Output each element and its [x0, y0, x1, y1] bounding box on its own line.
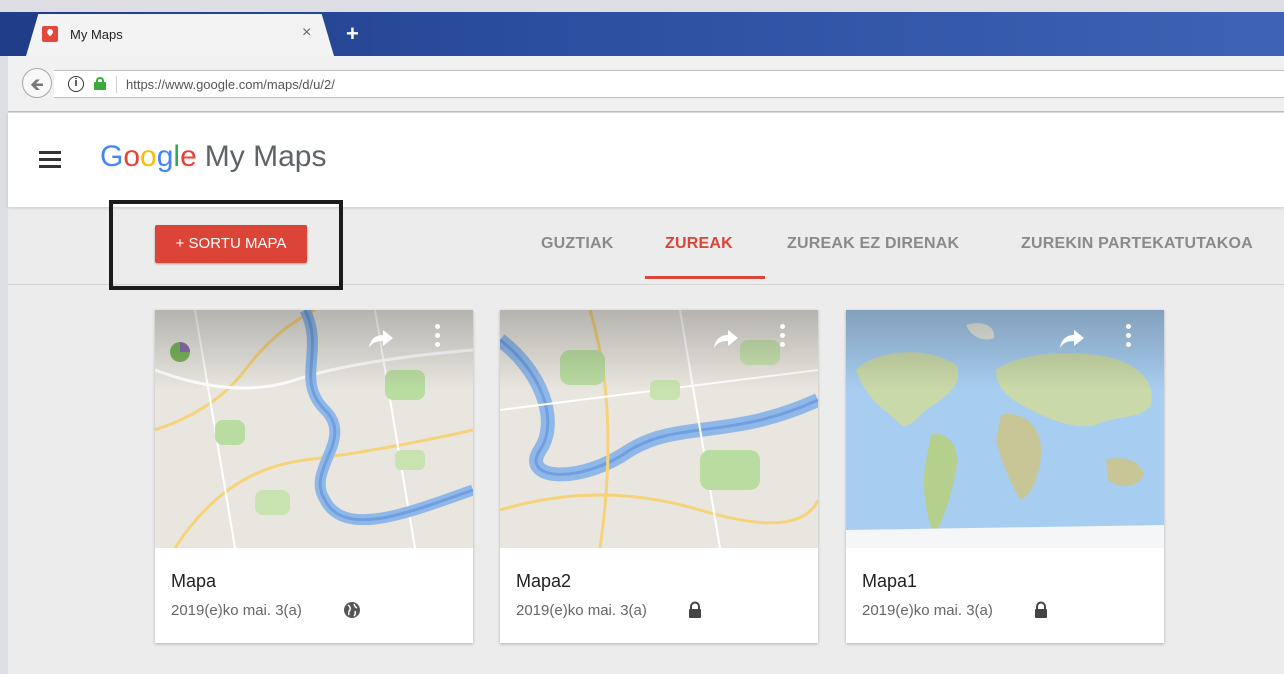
private-lock-icon	[1035, 601, 1047, 618]
browser-tab[interactable]: My Maps ×	[26, 14, 334, 56]
google-my-maps-logo: Google My Maps	[100, 140, 327, 173]
share-icon[interactable]	[712, 328, 740, 350]
browser-window: My Maps × + 🡸 i https://www.google.com/m…	[0, 0, 1284, 674]
map-date: 2019(e)ko mai. 3(a)	[171, 602, 302, 619]
public-globe-icon	[344, 602, 360, 618]
map-card[interactable]: Mapa 2019(e)ko mai. 3(a)	[155, 310, 473, 643]
my-maps-app: Google My Maps + SORTU MAPA GUZTIAK ZUREA…	[8, 113, 1284, 674]
share-icon[interactable]	[367, 328, 395, 350]
active-tab-indicator	[645, 276, 765, 279]
more-options-icon[interactable]	[435, 324, 441, 352]
close-tab-icon[interactable]: ×	[302, 24, 311, 42]
tab-not-yours[interactable]: ZUREAK EZ DIRENAK	[787, 235, 959, 253]
map-toolbar: + SORTU MAPA GUZTIAK ZUREAK ZUREAK EZ DI…	[8, 200, 1284, 290]
hamburger-menu-icon[interactable]	[39, 151, 61, 168]
create-map-button[interactable]: + SORTU MAPA	[155, 225, 307, 263]
map-title: Mapa2	[516, 571, 572, 591]
map-card[interactable]: Mapa1 2019(e)ko mai. 3(a)	[846, 310, 1164, 643]
url-text[interactable]: https://www.google.com/maps/d/u/2/	[126, 77, 335, 92]
share-icon[interactable]	[1058, 328, 1086, 350]
map-date: 2019(e)ko mai. 3(a)	[516, 602, 647, 619]
address-bar[interactable]: i https://www.google.com/maps/d/u/2/	[54, 70, 1284, 98]
back-button[interactable]: 🡸	[22, 68, 52, 98]
navigation-bar: 🡸 i https://www.google.com/maps/d/u/2/	[8, 56, 1284, 112]
new-tab-button[interactable]: +	[346, 23, 359, 45]
app-header: Google My Maps	[8, 113, 1284, 207]
map-title: Mapa1	[862, 571, 918, 591]
map-title: Mapa	[171, 571, 217, 591]
info-icon[interactable]: i	[68, 76, 84, 92]
map-thumbnail[interactable]	[155, 310, 473, 548]
address-divider	[116, 76, 117, 93]
back-arrow-icon: 🡸	[30, 75, 44, 94]
my-maps-favicon-icon	[42, 26, 58, 42]
private-lock-icon	[689, 601, 701, 618]
more-options-icon[interactable]	[780, 324, 786, 352]
map-card-grid: Mapa 2019(e)ko mai. 3(a) Mapa2 2019(e)ko…	[8, 285, 1284, 674]
tab-bar: My Maps × +	[0, 12, 1284, 56]
more-options-icon[interactable]	[1126, 324, 1132, 352]
secure-lock-icon	[94, 77, 106, 90]
map-card[interactable]: Mapa2 2019(e)ko mai. 3(a)	[500, 310, 818, 643]
tab-shared-with-you[interactable]: ZUREKIN PARTEKATUTAKOA	[1021, 235, 1253, 253]
map-thumbnail[interactable]	[846, 310, 1164, 548]
map-date: 2019(e)ko mai. 3(a)	[862, 602, 993, 619]
tab-yours[interactable]: ZUREAK	[665, 235, 733, 253]
tab-all[interactable]: GUZTIAK	[541, 235, 614, 253]
map-thumbnail[interactable]	[500, 310, 818, 548]
tab-title: My Maps	[70, 27, 123, 42]
